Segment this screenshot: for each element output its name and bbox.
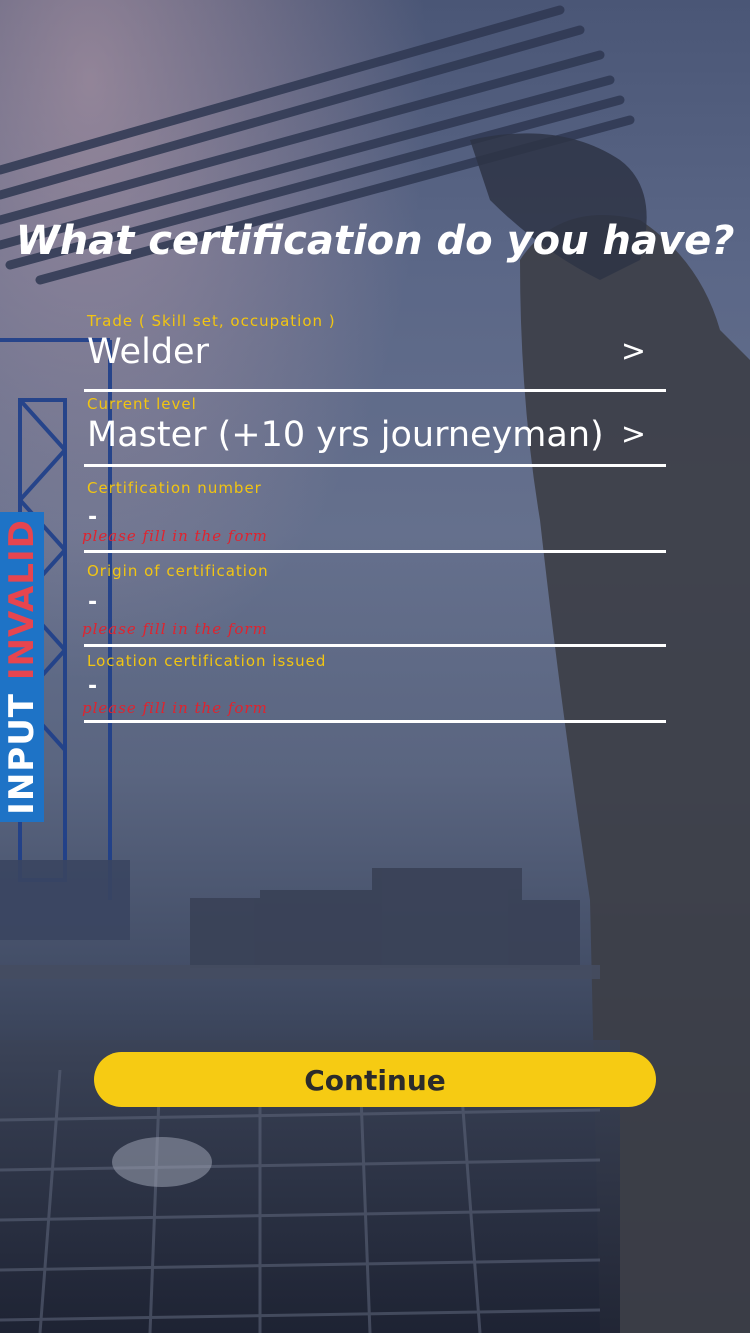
trade-field[interactable]: Trade ( Skill set, occupation ) Welder > — [84, 310, 666, 392]
location-error: please fill in the form — [82, 699, 268, 717]
badge-status: INVALID — [2, 519, 42, 681]
current-level-value: Master (+10 yrs journeyman) — [87, 415, 604, 455]
origin-label: Origin of certification — [87, 562, 269, 580]
chevron-right-icon[interactable]: > — [621, 334, 646, 369]
chevron-right-icon[interactable]: > — [621, 417, 646, 452]
origin-input[interactable]: - — [88, 590, 97, 615]
origin-error: please fill in the form — [82, 620, 268, 638]
input-invalid-text: INPUT INVALID — [2, 519, 42, 815]
certification-number-field[interactable]: Certification number - please fill in th… — [82, 477, 666, 553]
location-label: Location certification issued — [87, 652, 327, 670]
continue-button[interactable]: Continue — [94, 1052, 656, 1107]
trade-field-value: Welder — [87, 332, 209, 372]
location-input[interactable]: - — [88, 674, 97, 699]
current-level-field[interactable]: Current level Master (+10 yrs journeyman… — [84, 393, 666, 467]
page-title: What certification do you have? — [15, 218, 735, 264]
certification-number-error: please fill in the form — [82, 527, 268, 545]
badge-prefix: INPUT — [2, 692, 42, 815]
certification-screen: What certification do you have? Trade ( … — [0, 0, 750, 1333]
current-level-label: Current level — [87, 395, 197, 413]
trade-field-label: Trade ( Skill set, occupation ) — [87, 312, 336, 330]
origin-field[interactable]: Origin of certification - please fill in… — [82, 560, 666, 647]
location-field[interactable]: Location certification issued - please f… — [82, 650, 666, 723]
certification-number-label: Certification number — [87, 479, 262, 497]
